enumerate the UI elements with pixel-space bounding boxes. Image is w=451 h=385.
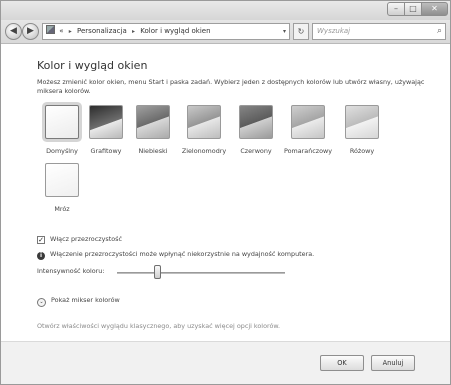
swatch-tile[interactable] bbox=[239, 105, 273, 139]
warning-text: Włączenie przezroczystości może wpłynąć … bbox=[50, 250, 315, 258]
refresh-button[interactable]: ↻ bbox=[293, 23, 309, 40]
swatch-orange[interactable]: Pomarańczowy bbox=[283, 105, 333, 155]
back-arrow-icon: ◀ bbox=[10, 26, 17, 36]
maximize-button[interactable]: □ bbox=[404, 2, 422, 16]
swatch-frost[interactable]: Mróz bbox=[37, 163, 87, 213]
navigation-bar: ◀ ▶ « ▸ Personalizacja ▸ Kolor i wygląd … bbox=[1, 20, 450, 44]
address-bar[interactable]: « ▸ Personalizacja ▸ Kolor i wygląd okie… bbox=[42, 23, 290, 40]
classic-appearance-link[interactable]: Otwórz właściwości wyglądu klasycznego, … bbox=[37, 322, 280, 330]
breadcrumb-separator[interactable]: ▸ bbox=[132, 28, 135, 35]
minimize-button[interactable]: – bbox=[387, 2, 405, 16]
swatch-tile[interactable] bbox=[345, 105, 379, 139]
swatch-label: Niebieski bbox=[138, 147, 168, 155]
performance-warning: i Włączenie przezroczystości może wpłyną… bbox=[37, 250, 314, 260]
swatch-tile[interactable] bbox=[45, 163, 79, 197]
swatch-tile[interactable] bbox=[291, 105, 325, 139]
swatch-red[interactable]: Czerwony bbox=[231, 105, 281, 155]
window: – □ ✕ ◀ ▶ « ▸ Personalizacja ▸ Kolor i w… bbox=[0, 0, 451, 385]
swatch-label: Czerwony bbox=[240, 147, 272, 155]
dialog-footer: OK Anuluj bbox=[1, 341, 450, 384]
transparency-label[interactable]: Włącz przezroczystość bbox=[50, 235, 122, 243]
intro-text: Możesz zmienić kolor okien, menu Start i… bbox=[37, 78, 425, 95]
forward-arrow-icon: ▶ bbox=[27, 26, 34, 36]
page-title: Kolor i wygląd okien bbox=[37, 59, 148, 72]
swatch-tile[interactable] bbox=[187, 105, 221, 139]
swatch-label: Mróz bbox=[54, 205, 70, 213]
close-button[interactable]: ✕ bbox=[421, 2, 448, 16]
transparency-option[interactable]: ✓ Włącz przezroczystość bbox=[37, 235, 122, 244]
content-area: Kolor i wygląd okien Możesz zmienić kolo… bbox=[1, 45, 450, 337]
color-mixer-toggle[interactable]: ⌄ Pokaż mikser kolorów bbox=[37, 296, 120, 307]
swatch-tile[interactable] bbox=[89, 105, 123, 139]
intensity-slider[interactable] bbox=[117, 272, 285, 274]
search-placeholder: Wyszukaj bbox=[317, 27, 351, 35]
swatch-teal[interactable]: Zielonomodry bbox=[179, 105, 229, 155]
cancel-button[interactable]: Anuluj bbox=[371, 355, 415, 371]
swatch-label: Zielonomodry bbox=[181, 147, 227, 155]
swatch-label: Różowy bbox=[349, 147, 375, 155]
back-button[interactable]: ◀ bbox=[5, 23, 22, 40]
breadcrumb-window-color[interactable]: Kolor i wygląd okien bbox=[140, 27, 210, 35]
search-icon[interactable]: ⌕ bbox=[437, 24, 442, 39]
breadcrumb-personalization[interactable]: Personalizacja bbox=[77, 27, 127, 35]
control-panel-icon bbox=[46, 25, 55, 34]
breadcrumb-separator[interactable]: ▸ bbox=[69, 28, 72, 35]
search-input[interactable]: Wyszukaj ⌕ bbox=[312, 23, 446, 40]
swatch-pink[interactable]: Różowy bbox=[337, 105, 387, 155]
swatch-label: Pomarańczowy bbox=[283, 147, 333, 155]
swatch-graphite[interactable]: Grafitowy bbox=[81, 105, 131, 155]
swatch-tile[interactable] bbox=[136, 105, 170, 139]
swatch-blue[interactable]: Niebieski bbox=[128, 105, 178, 155]
chevron-down-icon[interactable]: ▾ bbox=[283, 24, 286, 39]
transparency-checkbox[interactable]: ✓ bbox=[37, 236, 45, 244]
title-bar: – □ ✕ bbox=[1, 1, 450, 20]
swatch-tile[interactable] bbox=[45, 105, 79, 139]
forward-button[interactable]: ▶ bbox=[22, 23, 39, 40]
intensity-label: Intensywność koloru: bbox=[37, 267, 105, 275]
swatch-label: Grafitowy bbox=[90, 147, 122, 155]
ok-button[interactable]: OK bbox=[320, 355, 364, 371]
color-mixer-label[interactable]: Pokaż mikser kolorów bbox=[51, 296, 120, 304]
intensity-slider-thumb[interactable] bbox=[154, 265, 161, 279]
swatch-label: Domyślny bbox=[46, 147, 78, 155]
chevron-down-icon[interactable]: ⌄ bbox=[37, 298, 46, 307]
refresh-icon: ↻ bbox=[297, 27, 305, 36]
info-icon: i bbox=[37, 252, 45, 260]
swatch-default[interactable]: Domyślny bbox=[37, 105, 87, 155]
breadcrumb-overflow[interactable]: « bbox=[59, 27, 63, 35]
